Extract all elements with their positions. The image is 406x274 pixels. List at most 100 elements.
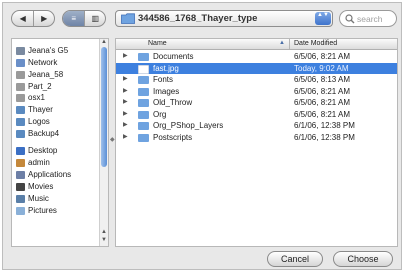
sidebar-item-jeana-58[interactable]: Jeana_58 xyxy=(16,69,63,80)
network-disk-icon xyxy=(16,117,25,126)
disk-icon xyxy=(16,82,25,91)
computer-icon xyxy=(16,46,25,55)
sidebar-item-label: admin xyxy=(28,158,50,167)
disclosure-triangle-icon[interactable]: ▶ xyxy=(123,133,128,140)
open-dialog: ◀ ▶ ≡ ▥ 344586_1768_Thayer_type ▲▼ searc… xyxy=(2,2,402,270)
sidebar-scrollbar[interactable]: ▲ ▲ ▼ xyxy=(99,39,108,246)
date-modified-column-header[interactable]: Date Modified xyxy=(294,40,337,47)
cancel-button[interactable]: Cancel xyxy=(267,251,323,267)
sidebar-item-label: Logos xyxy=(28,117,50,126)
file-name: fast.jpg xyxy=(153,63,179,73)
disclosure-triangle-icon[interactable]: ▶ xyxy=(123,110,128,117)
folder-icon xyxy=(138,122,149,130)
disclosure-triangle-icon[interactable]: ▶ xyxy=(123,75,128,82)
file-name: Images xyxy=(153,86,180,96)
sidebar-item-desktop[interactable]: Desktop xyxy=(16,145,57,156)
applications-icon xyxy=(16,170,25,179)
disclosure-triangle-icon[interactable]: ▶ xyxy=(123,121,128,128)
file-date-modified: 6/5/06, 8:21 AM xyxy=(294,109,351,119)
image-file-icon xyxy=(138,64,149,74)
column-view-button[interactable]: ▥ xyxy=(84,11,105,26)
popup-arrows-icon: ▲▼ xyxy=(315,12,331,25)
file-date-modified: 6/5/06, 8:21 AM xyxy=(294,52,351,61)
folder-icon xyxy=(138,110,149,119)
sidebar-item-thayer[interactable]: Thayer xyxy=(16,104,53,115)
sidebar-item-network[interactable]: Network xyxy=(16,57,57,68)
disclosure-triangle-icon[interactable]: ▶ xyxy=(123,52,128,59)
file-row[interactable]: ▶ Postscripts 6/1/06, 12:38 PM xyxy=(116,132,397,143)
sidebar-item-label: Part_2 xyxy=(28,82,52,91)
sidebar-item-label: Jeana's G5 xyxy=(28,46,69,55)
search-field[interactable]: search xyxy=(339,10,397,27)
sidebar-item-pictures[interactable]: Pictures xyxy=(16,205,57,216)
forward-button[interactable]: ▶ xyxy=(33,11,54,26)
scroll-up-arrow-icon[interactable]: ▲ xyxy=(100,229,108,235)
disk-icon xyxy=(16,93,25,102)
sidebar-item-label: Network xyxy=(28,58,58,67)
sidebar-item-backup4[interactable]: Backup4 xyxy=(16,128,59,139)
file-date-modified: 6/5/06, 8:13 AM xyxy=(294,75,351,84)
file-row[interactable]: ▶ Fonts 6/5/06, 8:13 AM xyxy=(116,74,397,85)
file-name: Postscripts xyxy=(153,132,193,142)
file-row-selected[interactable]: fast.jpg Today, 9:02 AM xyxy=(116,62,397,74)
folder-icon xyxy=(138,87,149,96)
location-label: 344586_1768_Thayer_type xyxy=(138,13,258,24)
name-column-header[interactable]: Name xyxy=(148,40,167,47)
file-date-modified: 6/5/06, 8:21 AM xyxy=(294,86,351,96)
sidebar-item-part-2[interactable]: Part_2 xyxy=(16,81,52,92)
search-icon xyxy=(345,14,355,24)
sidebar-item-movies[interactable]: Movies xyxy=(16,181,53,192)
sidebar-item-label: Movies xyxy=(28,182,54,191)
file-row[interactable]: ▶ Org_PShop_Layers 6/1/06, 12:38 PM xyxy=(116,120,397,131)
back-button[interactable]: ◀ xyxy=(12,11,33,26)
sidebar-item-applications[interactable]: Applications xyxy=(16,169,71,180)
sidebar-item-label: Thayer xyxy=(28,105,53,114)
sidebar: Jeana's G5 Network Jeana_58 Part_2 osx1 Thaye… xyxy=(11,38,109,247)
file-row[interactable]: ▶ Org 6/5/06, 8:21 AM xyxy=(116,109,397,120)
sidebar-item-admin[interactable]: admin xyxy=(16,157,50,168)
list-view-button[interactable]: ≡ xyxy=(63,11,85,26)
scroll-up-arrow-icon[interactable]: ▲ xyxy=(100,39,108,45)
sidebar-item-label: osx1 xyxy=(28,93,45,102)
file-row[interactable]: ▶ Images 6/5/06, 8:21 AM xyxy=(116,86,397,97)
view-mode-control: ≡ ▥ xyxy=(62,10,106,27)
file-list: Name ▲ Date Modified ▶ Documents 6/5/06, 8… xyxy=(115,38,398,247)
disclosure-triangle-icon[interactable]: ▶ xyxy=(123,98,128,105)
sidebar-item-label: Jeana_58 xyxy=(28,70,64,79)
desktop-icon xyxy=(16,146,25,155)
toolbar: ◀ ▶ ≡ ▥ 344586_1768_Thayer_type ▲▼ searc… xyxy=(3,3,401,33)
network-disk-icon xyxy=(16,105,25,114)
disclosure-triangle-icon[interactable]: ▶ xyxy=(123,87,128,94)
scroll-down-arrow-icon[interactable]: ▼ xyxy=(100,237,108,243)
globe-icon xyxy=(16,58,25,67)
music-icon xyxy=(16,194,25,203)
network-disk-icon xyxy=(16,129,25,138)
sidebar-item-label: Applications xyxy=(28,170,72,179)
sort-ascending-icon: ▲ xyxy=(279,40,285,46)
splitter-handle-icon[interactable]: ◆ xyxy=(110,136,115,148)
sidebar-scroll-thumb[interactable] xyxy=(101,47,107,167)
sidebar-item-label: Desktop xyxy=(28,146,58,155)
folder-icon xyxy=(138,99,149,107)
file-name: Documents xyxy=(153,52,194,61)
file-name: Org_PShop_Layers xyxy=(153,121,224,130)
file-date-modified: 6/1/06, 12:38 PM xyxy=(294,121,355,130)
folder-icon xyxy=(138,76,149,84)
column-divider[interactable] xyxy=(289,39,290,49)
file-date-modified: 6/5/06, 8:21 AM xyxy=(294,98,351,107)
sidebar-item-label: Backup4 xyxy=(28,129,60,138)
location-popup[interactable]: 344586_1768_Thayer_type ▲▼ xyxy=(115,10,333,27)
file-row[interactable]: ▶ Old_Throw 6/5/06, 8:21 AM xyxy=(116,97,397,108)
file-date-modified: 6/1/06, 12:38 PM xyxy=(294,132,355,142)
back-forward-control: ◀ ▶ xyxy=(11,10,55,27)
sidebar-item-music[interactable]: Music xyxy=(16,193,49,204)
file-name: Fonts xyxy=(153,75,174,84)
folder-icon xyxy=(138,133,149,142)
sidebar-item-jeana-s-g5[interactable]: Jeana's G5 xyxy=(16,45,68,56)
sidebar-item-logos[interactable]: Logos xyxy=(16,116,50,127)
disk-icon xyxy=(16,70,25,79)
choose-button[interactable]: Choose xyxy=(333,251,393,267)
folder-icon xyxy=(138,53,149,61)
file-row[interactable]: ▶ Documents 6/5/06, 8:21 AM xyxy=(116,51,397,62)
sidebar-item-osx1[interactable]: osx1 xyxy=(16,92,45,103)
